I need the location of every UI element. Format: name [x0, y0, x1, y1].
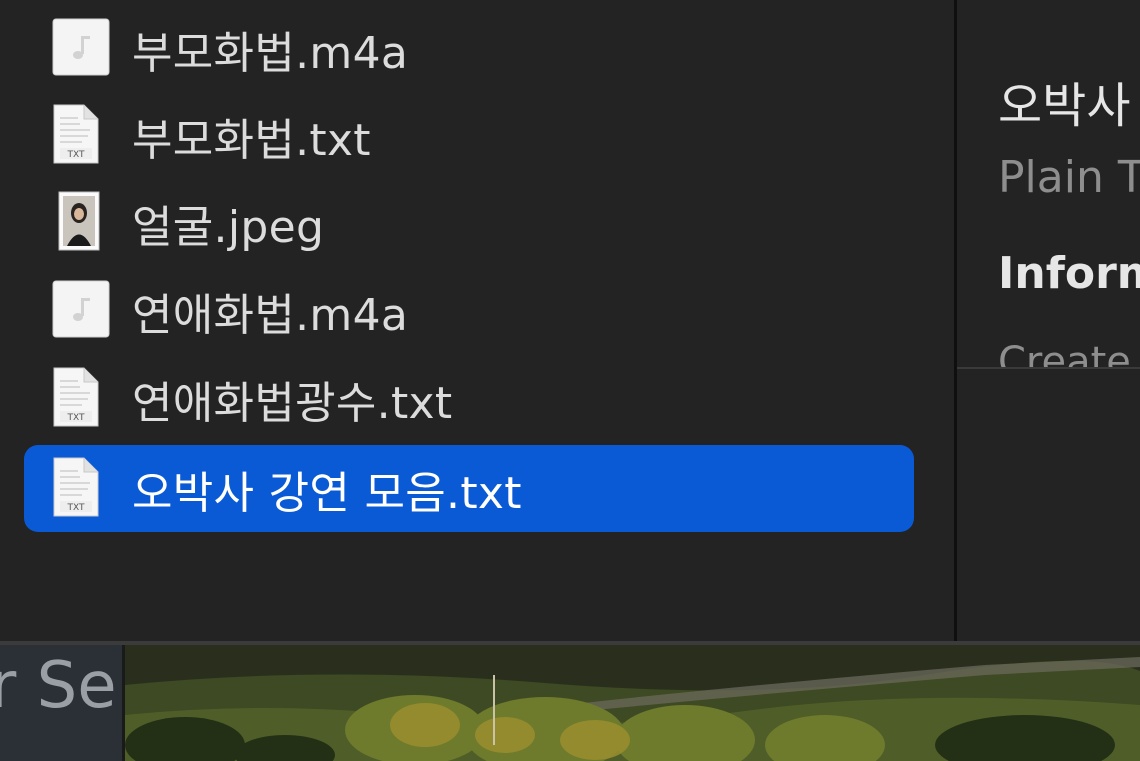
desktop-wallpaper	[125, 645, 1140, 761]
background-app-text: r Se	[0, 649, 117, 723]
background-app-window[interactable]: r Se	[0, 645, 124, 761]
text-file-icon: TXT	[52, 367, 100, 431]
file-row[interactable]: 연애화법.m4a	[24, 267, 914, 354]
preview-kind: Plain T	[998, 152, 1140, 203]
file-row[interactable]: 얼굴.jpeg	[24, 179, 914, 266]
audio-file-icon	[52, 280, 110, 342]
text-file-icon: TXT	[52, 104, 100, 168]
preview-pane: 오박사 Plain T Inform Create	[957, 0, 1140, 645]
preview-created-row: Create	[998, 336, 1140, 367]
preview-created-label: Create	[998, 339, 1131, 367]
finder-window: 부모화법.m4a TXT 부모화법.txt 얼굴.jpeg 연애화법.m4a T…	[0, 0, 1140, 645]
file-row[interactable]: TXT 부모화법.txt	[24, 92, 914, 179]
file-row[interactable]: TXT 연애화법광수.txt	[24, 355, 914, 442]
file-list: 부모화법.m4a TXT 부모화법.txt 얼굴.jpeg 연애화법.m4a T…	[0, 0, 954, 645]
file-name: 부모화법.m4a	[132, 27, 409, 79]
file-row-selected[interactable]: TXT 오박사 강연 모음.txt	[24, 445, 914, 532]
svg-text:TXT: TXT	[66, 413, 85, 423]
file-name: 얼굴.jpeg	[132, 201, 325, 253]
file-name: 연애화법.m4a	[132, 289, 409, 341]
file-name: 연애화법광수.txt	[132, 377, 453, 429]
background-area: r Se	[0, 645, 1140, 761]
file-name: 부모화법.txt	[132, 114, 371, 166]
file-name: 오박사 강연 모음.txt	[132, 467, 522, 519]
file-row[interactable]: 부모화법.m4a	[24, 5, 914, 92]
text-file-icon: TXT	[52, 457, 100, 521]
svg-text:TXT: TXT	[66, 503, 85, 513]
preview-title: 오박사	[998, 78, 1131, 134]
preview-info-header[interactable]: Inform	[998, 248, 1140, 299]
image-file-icon	[52, 191, 100, 255]
preview-divider	[957, 367, 1140, 369]
svg-text:TXT: TXT	[66, 150, 85, 160]
audio-file-icon	[52, 18, 110, 80]
